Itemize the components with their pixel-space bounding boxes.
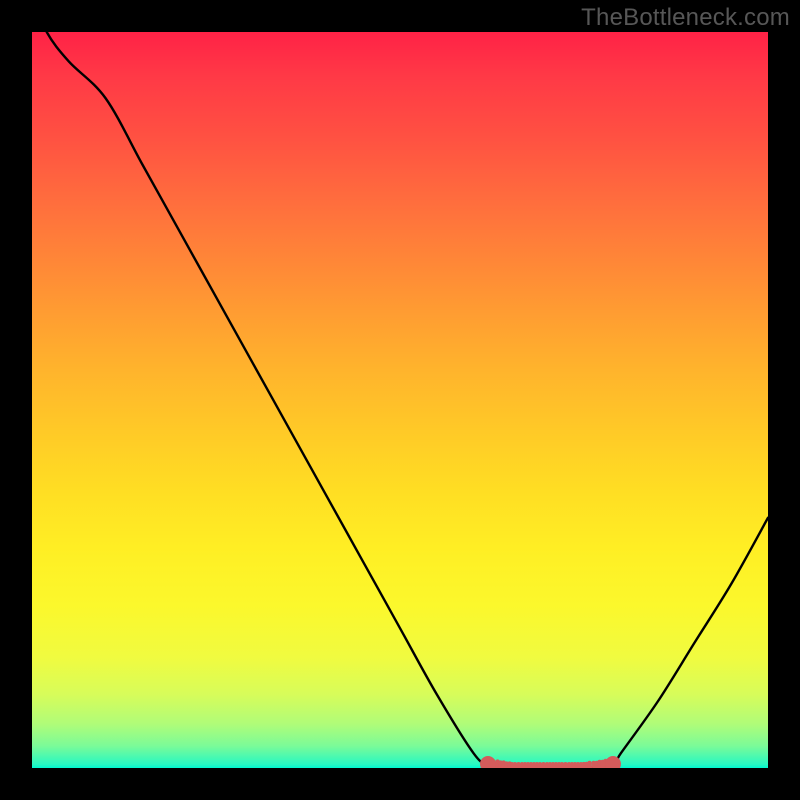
highlight-end-dot: [605, 756, 621, 768]
watermark-text: TheBottleneck.com: [581, 4, 790, 32]
bottleneck-curve: [32, 32, 768, 768]
curve-layer: [32, 32, 768, 768]
plot-area: [32, 32, 768, 768]
highlight-start-dot: [480, 756, 496, 768]
